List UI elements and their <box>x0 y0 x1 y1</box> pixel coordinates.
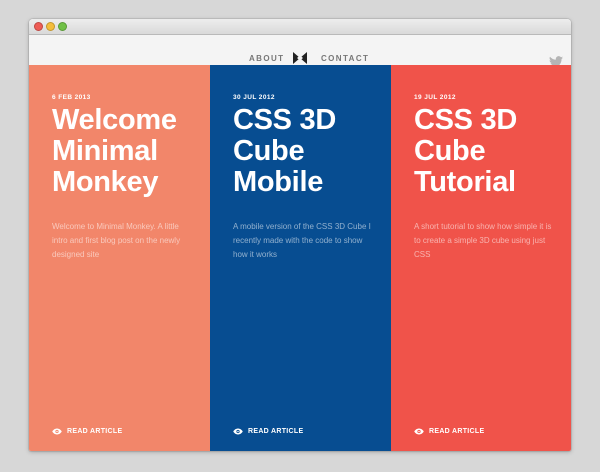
post-title[interactable]: Welcome Minimal Monkey <box>52 105 210 198</box>
eye-icon <box>414 428 424 435</box>
post-date: 19 JUL 2012 <box>414 94 456 101</box>
post-title[interactable]: CSS 3D Cube Tutorial <box>414 105 571 198</box>
nav-contact-link[interactable]: CONTACT <box>321 54 369 63</box>
title-bar <box>29 19 571 35</box>
read-article-link[interactable]: READ ARTICLE <box>233 428 303 435</box>
minimize-window-button[interactable] <box>46 22 55 31</box>
post-card[interactable]: 19 JUL 2012 CSS 3D Cube Tutorial A short… <box>391 65 571 451</box>
eye-icon <box>52 428 62 435</box>
post-excerpt: A mobile version of the CSS 3D Cube I re… <box>233 222 371 259</box>
post-card[interactable]: 6 FEB 2013 Welcome Minimal Monkey Welcom… <box>29 65 210 451</box>
browser-window: ABOUT CONTACT 6 FEB 2013 Welcome Minimal… <box>29 19 571 451</box>
post-excerpt: A short tutorial to show how simple it i… <box>414 222 552 259</box>
post-date: 6 FEB 2013 <box>52 94 91 101</box>
post-card[interactable]: 30 JUL 2012 CSS 3D Cube Mobile A mobile … <box>210 65 391 451</box>
close-window-button[interactable] <box>34 22 43 31</box>
eye-icon <box>233 428 243 435</box>
read-article-link[interactable]: READ ARTICLE <box>414 428 484 435</box>
read-article-link[interactable]: READ ARTICLE <box>52 428 122 435</box>
post-date: 30 JUL 2012 <box>233 94 275 101</box>
post-title[interactable]: CSS 3D Cube Mobile <box>233 105 391 198</box>
read-article-label: READ ARTICLE <box>248 428 304 435</box>
nav-about-link[interactable]: ABOUT <box>249 54 284 63</box>
zoom-window-button[interactable] <box>58 22 67 31</box>
read-article-label: READ ARTICLE <box>67 428 123 435</box>
post-columns: 6 FEB 2013 Welcome Minimal Monkey Welcom… <box>29 65 571 451</box>
monkey-logo-icon[interactable] <box>292 50 308 66</box>
post-excerpt: Welcome to Minimal Monkey. A little intr… <box>52 222 181 259</box>
read-article-label: READ ARTICLE <box>429 428 485 435</box>
